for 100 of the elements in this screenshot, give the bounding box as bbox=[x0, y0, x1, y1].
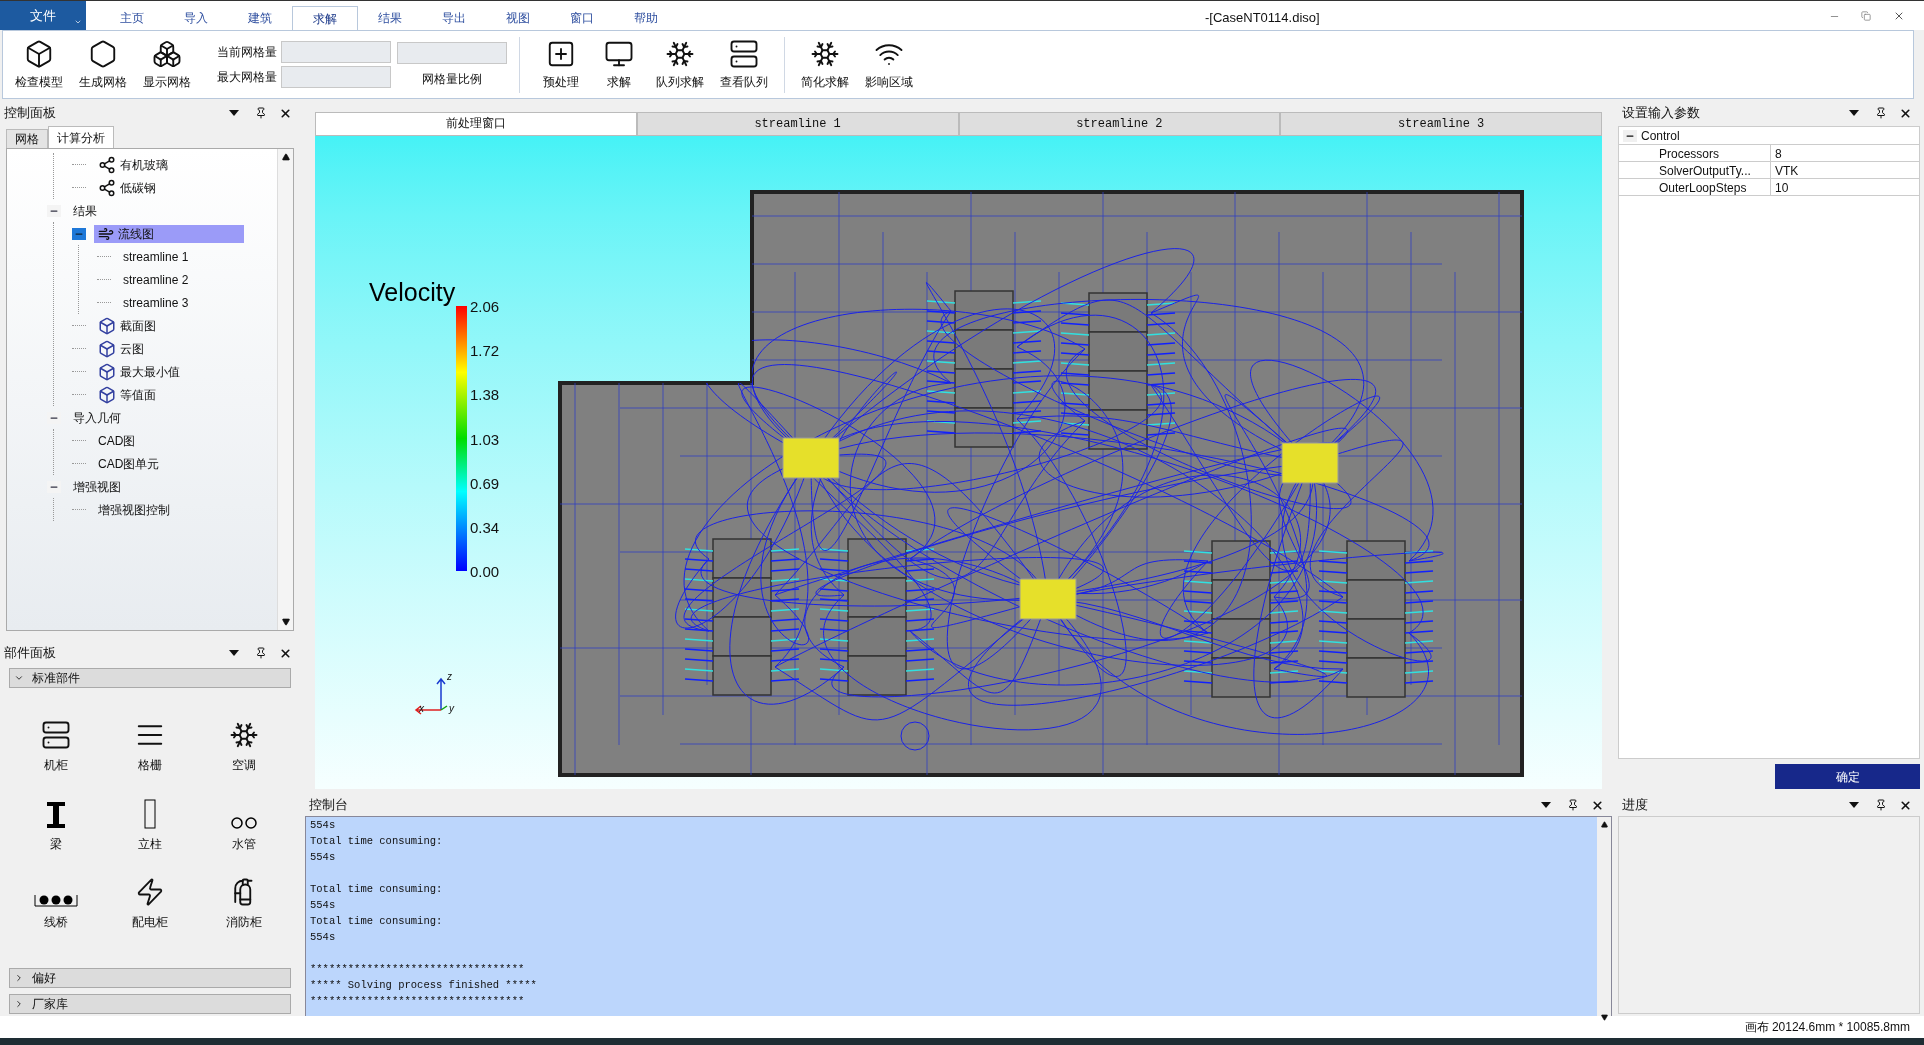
ribbon-button[interactable]: 影响区域 bbox=[857, 33, 921, 96]
panel-tab[interactable]: 计算分析 bbox=[48, 126, 114, 148]
close-icon[interactable] bbox=[1591, 798, 1604, 812]
scrollbar[interactable] bbox=[277, 149, 293, 630]
tree-item[interactable]: streamline 3 bbox=[119, 293, 193, 312]
part-item[interactable]: 水管 bbox=[197, 788, 291, 853]
tree-item[interactable]: streamline 2 bbox=[119, 270, 193, 289]
scroll-down-icon[interactable] bbox=[281, 618, 290, 626]
close-icon[interactable] bbox=[1899, 106, 1912, 120]
tree-item[interactable]: 导入几何 bbox=[69, 408, 125, 427]
mesh-count-field[interactable] bbox=[281, 41, 391, 63]
mesh-ratio-field[interactable] bbox=[397, 41, 507, 64]
tree-item[interactable]: 增强视图 bbox=[69, 477, 125, 496]
tree-item[interactable]: 云图 bbox=[94, 339, 148, 358]
tree-item[interactable]: 有机玻璃 bbox=[94, 155, 172, 174]
viewport-tab[interactable]: 前处理窗口 bbox=[315, 112, 637, 136]
pin-icon[interactable] bbox=[255, 107, 267, 119]
scroll-up-icon[interactable] bbox=[281, 153, 290, 161]
part-item[interactable]: 立柱 bbox=[103, 788, 197, 853]
molecule-icon bbox=[98, 155, 116, 174]
viewport-tab[interactable]: streamline 2 bbox=[958, 112, 1281, 136]
property-value[interactable]: 8 bbox=[1771, 145, 1782, 161]
ribbon-tab[interactable]: 窗口 bbox=[550, 6, 614, 30]
tree-item[interactable]: 截面图 bbox=[94, 316, 160, 335]
mesh-count-field[interactable] bbox=[281, 66, 391, 88]
file-menu-button[interactable]: 文件 bbox=[0, 1, 86, 30]
section-header[interactable]: 厂家库 bbox=[9, 994, 291, 1014]
property-value[interactable]: VTK bbox=[1771, 162, 1799, 178]
close-icon[interactable] bbox=[279, 646, 292, 660]
ribbon-tab[interactable]: 导出 bbox=[422, 6, 486, 30]
ribbon-tab[interactable]: 求解 bbox=[292, 6, 358, 30]
ribbon-button[interactable]: 查看队列 bbox=[712, 33, 776, 96]
status-text: 画布 20124.6mm * 10085.8mm bbox=[1744, 1019, 1910, 1036]
close-icon[interactable] bbox=[1899, 798, 1912, 812]
scroll-up-icon[interactable] bbox=[1600, 821, 1608, 828]
tree-item[interactable]: 流线图 bbox=[94, 224, 244, 243]
close-icon[interactable] bbox=[1893, 10, 1905, 22]
legend-tick-label: 2.06 bbox=[470, 297, 500, 317]
tree-item[interactable]: 增强视图控制 bbox=[94, 500, 174, 519]
dropdown-icon[interactable] bbox=[1541, 802, 1551, 808]
pin-icon[interactable] bbox=[255, 647, 267, 659]
ribbon-tab[interactable]: 结果 bbox=[358, 6, 422, 30]
collapse-toggle[interactable] bbox=[72, 227, 86, 240]
tree-item[interactable]: 结果 bbox=[69, 201, 101, 220]
part-item[interactable]: 机柜 bbox=[9, 710, 103, 774]
ribbon-button[interactable]: 显示网格 bbox=[135, 33, 199, 96]
part-item[interactable]: 空调 bbox=[197, 710, 291, 774]
tree-item[interactable]: 最大最小值 bbox=[94, 362, 184, 381]
console-line: 554s bbox=[310, 850, 337, 865]
section-header[interactable]: 偏好 bbox=[9, 968, 291, 988]
property-value[interactable]: 10 bbox=[1771, 179, 1789, 195]
lightning-cabinet-icon bbox=[135, 877, 165, 908]
tree-item[interactable]: CAD图单元 bbox=[94, 454, 164, 473]
part-item[interactable]: 线桥 bbox=[9, 867, 103, 932]
dropdown-icon[interactable] bbox=[1849, 110, 1859, 116]
collapse-toggle[interactable] bbox=[47, 480, 61, 493]
ribbon-tab[interactable]: 建筑 bbox=[228, 6, 292, 30]
pin-icon[interactable] bbox=[1875, 107, 1887, 119]
legend-tick-label: 0.34 bbox=[470, 517, 500, 538]
tree-item[interactable]: streamline 1 bbox=[119, 247, 193, 266]
console-line: Total time consuming: bbox=[310, 914, 444, 929]
tree-item[interactable]: 低碳钢 bbox=[94, 178, 160, 197]
panel-title: 设置输入参数 bbox=[1622, 104, 1701, 123]
part-item[interactable]: 格栅 bbox=[103, 710, 197, 774]
pin-icon[interactable] bbox=[1567, 799, 1579, 811]
confirm-button[interactable]: 确定 bbox=[1775, 764, 1920, 789]
part-item[interactable]: 消防柜 bbox=[197, 867, 291, 932]
ribbon-button[interactable]: 检查模型 bbox=[7, 33, 71, 96]
cube-icon bbox=[98, 385, 116, 404]
restore-icon[interactable] bbox=[1861, 11, 1871, 21]
dropdown-icon[interactable] bbox=[229, 650, 239, 656]
ribbon-button[interactable]: 生成网格 bbox=[71, 33, 135, 96]
panel-tab[interactable]: 网格 bbox=[6, 129, 48, 148]
ribbon-tab[interactable]: 帮助 bbox=[614, 6, 678, 30]
cube-icon bbox=[98, 362, 116, 381]
tree-item[interactable]: CAD图 bbox=[94, 431, 140, 450]
scroll-down-icon[interactable] bbox=[1600, 1014, 1608, 1021]
ribbon-button[interactable]: 预处理 bbox=[532, 33, 590, 96]
pin-icon[interactable] bbox=[1875, 799, 1887, 811]
ribbon-button[interactable]: 求解 bbox=[590, 33, 648, 96]
dropdown-icon[interactable] bbox=[229, 110, 239, 116]
ribbon-tab[interactable]: 导入 bbox=[164, 6, 228, 30]
collapse-toggle[interactable] bbox=[1623, 129, 1637, 142]
ribbon-button[interactable]: 简化求解 bbox=[793, 33, 857, 96]
console-line: ********************************** bbox=[310, 994, 526, 1009]
tree-item[interactable]: 等值面 bbox=[94, 385, 160, 404]
viewport-tab[interactable]: streamline 3 bbox=[1280, 112, 1602, 136]
console-line: 554s bbox=[310, 930, 337, 945]
collapse-toggle[interactable] bbox=[47, 204, 61, 217]
part-item[interactable]: 配电柜 bbox=[103, 867, 197, 932]
ribbon-tab[interactable]: 主页 bbox=[100, 6, 164, 30]
close-icon[interactable] bbox=[279, 106, 292, 120]
part-item[interactable]: 梁 bbox=[9, 788, 103, 853]
ribbon-button[interactable]: 队列求解 bbox=[648, 33, 712, 96]
ribbon-tab[interactable]: 视图 bbox=[486, 6, 550, 30]
viewport-3d[interactable]: Velocity 2.06 1.72 1.38 1.03 0.69 0.34 0.00 z x y bbox=[315, 136, 1602, 789]
console-line: 554s bbox=[310, 818, 337, 833]
dropdown-icon[interactable] bbox=[1849, 802, 1859, 808]
viewport-tab[interactable]: streamline 1 bbox=[636, 112, 959, 136]
section-header[interactable]: 标准部件 bbox=[9, 668, 291, 688]
